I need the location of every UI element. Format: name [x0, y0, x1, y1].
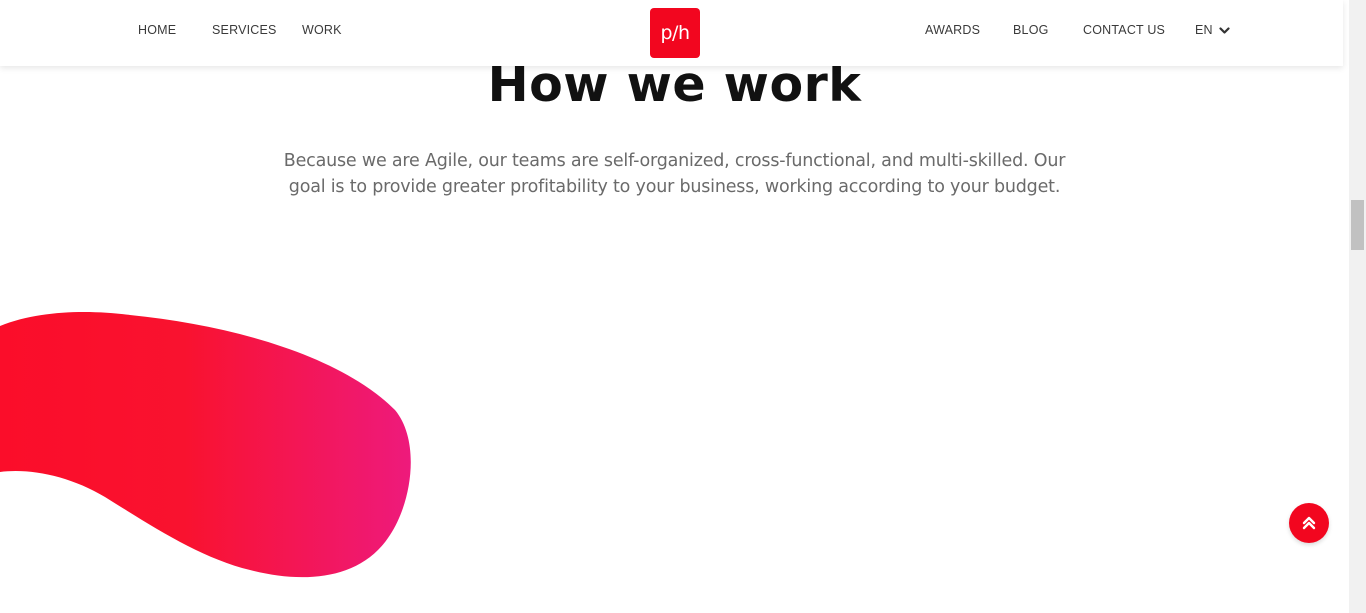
decorative-blob-shape [0, 312, 411, 578]
chevron-down-icon [1219, 27, 1231, 34]
scroll-to-top-button[interactable] [1289, 503, 1329, 543]
nav-services[interactable]: SERVICES [212, 23, 277, 37]
nav-contact-us[interactable]: CONTACT US [1083, 23, 1165, 37]
language-label: EN [1195, 23, 1213, 37]
nav-work[interactable]: WORK [302, 23, 342, 37]
logo[interactable]: p/h [650, 8, 700, 58]
logo-text: p/h [660, 22, 690, 44]
scrollbar-thumb[interactable] [1351, 200, 1364, 250]
nav-blog[interactable]: BLOG [1013, 23, 1049, 37]
description-line-1: Because we are Agile, our teams are self… [283, 151, 1066, 171]
vertical-scrollbar[interactable] [1349, 0, 1366, 613]
nav-home[interactable]: HOME [138, 23, 176, 37]
page: HOME SERVICES WORK p/h AWARDS BLOG CONTA… [0, 0, 1349, 613]
section-description: Because we are Agile, our teams are self… [266, 148, 1083, 200]
language-selector[interactable]: EN [1195, 23, 1231, 37]
description-line-2: goal is to provide greater profitability… [288, 177, 1061, 197]
double-chevron-up-icon [1302, 516, 1316, 530]
nav-awards[interactable]: AWARDS [925, 23, 980, 37]
site-header: HOME SERVICES WORK p/h AWARDS BLOG CONTA… [0, 0, 1343, 66]
